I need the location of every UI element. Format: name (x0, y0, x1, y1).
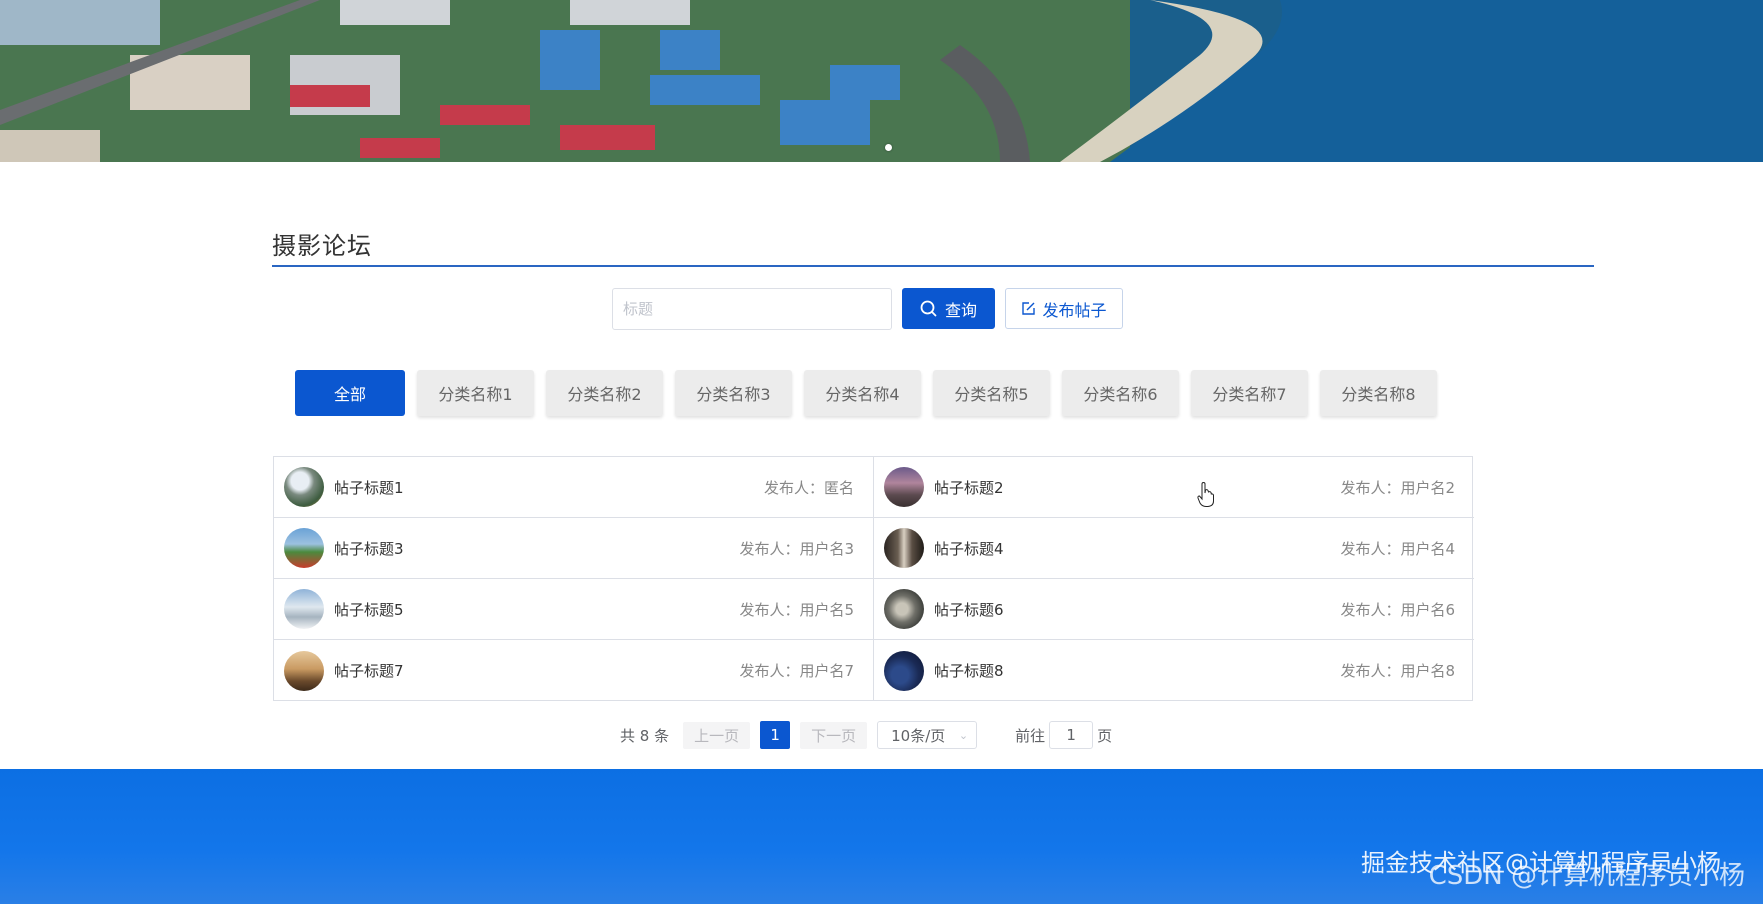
hand-cursor-icon (1197, 482, 1214, 507)
post-author: 发布人：用户名2 (1340, 478, 1455, 497)
post-item[interactable]: 帖子标题6 发布人：用户名6 (874, 579, 1474, 640)
post-title: 帖子标题5 (334, 600, 404, 619)
prev-page-button[interactable]: 上一页 (683, 721, 751, 749)
category-tab-6[interactable]: 分类名称6 (1062, 370, 1179, 416)
post-author: 发布人：匿名 (763, 478, 854, 497)
category-tab-2[interactable]: 分类名称2 (546, 370, 663, 416)
category-tab-1[interactable]: 分类名称1 (417, 370, 534, 416)
category-tab-5[interactable]: 分类名称5 (933, 370, 1050, 416)
post-thumbnail (884, 467, 924, 507)
title-underline (272, 265, 1594, 267)
post-author: 发布人：用户名6 (1340, 600, 1455, 619)
post-item[interactable]: 帖子标题2 发布人：用户名2 (874, 457, 1474, 518)
post-author: 发布人：用户名7 (739, 662, 854, 680)
total-count: 共 8 条 (620, 726, 670, 745)
goto-page-input[interactable] (1049, 721, 1094, 749)
post-thumbnail (284, 467, 324, 507)
edit-icon (1022, 302, 1036, 315)
page-title: 摄影论坛 (272, 232, 372, 260)
hero-banner (0, 0, 1763, 162)
chevron-down-icon: ⌄ (958, 728, 969, 742)
page-size-value: 10条/页 (891, 726, 946, 745)
post-author: 发布人：用户名4 (1340, 539, 1455, 558)
category-tab-7[interactable]: 分类名称7 (1191, 370, 1308, 416)
post-title: 帖子标题4 (934, 539, 1004, 558)
category-tabs: 全部 分类名称1 分类名称2 分类名称3 分类名称4 分类名称5 分类名称6 分… (295, 370, 1437, 416)
page-number-current[interactable]: 1 (760, 721, 791, 749)
next-page-button[interactable]: 下一页 (800, 721, 868, 749)
publish-button-label: 发布帖子 (1042, 300, 1107, 320)
post-title: 帖子标题2 (934, 478, 1004, 497)
post-item[interactable]: 帖子标题5 发布人：用户名5 (274, 579, 874, 640)
coastal-city-photo (0, 0, 1763, 162)
post-title: 帖子标题3 (334, 539, 404, 558)
search-icon (920, 300, 937, 317)
page-size-select[interactable]: 10条/页 ⌄ (877, 721, 978, 749)
post-title: 帖子标题7 (334, 662, 404, 680)
post-thumbnail (284, 528, 324, 568)
post-thumbnail (284, 650, 324, 691)
post-title: 帖子标题1 (334, 478, 404, 497)
carousel-indicator[interactable] (885, 144, 892, 151)
query-button[interactable]: 查询 (902, 288, 995, 329)
post-thumbnail (884, 589, 924, 629)
post-list: 帖子标题1 发布人：匿名 帖子标题2 发布人：用户名2 帖子标题3 发布人：用户… (273, 456, 1474, 701)
category-tab-all[interactable]: 全部 (295, 370, 405, 416)
post-author: 发布人：用户名5 (739, 600, 854, 619)
post-title: 帖子标题8 (934, 662, 1004, 680)
post-author: 发布人：用户名3 (739, 539, 854, 558)
post-title: 帖子标题6 (934, 600, 1004, 619)
publish-post-button[interactable]: 发布帖子 (1005, 288, 1123, 329)
post-item[interactable]: 帖子标题3 发布人：用户名3 (274, 518, 874, 579)
footer: CSDN @计算机程序员小杨 掘金技术社区@计算机程序员小杨 (0, 769, 1763, 904)
page-suffix-label: 页 (1097, 726, 1113, 745)
post-thumbnail (884, 528, 924, 568)
query-button-label: 查询 (944, 300, 977, 320)
category-tab-4[interactable]: 分类名称4 (804, 370, 921, 416)
post-thumbnail (284, 589, 324, 629)
post-item[interactable]: 帖子标题1 发布人：匿名 (274, 457, 874, 518)
post-item[interactable]: 帖子标题8 发布人：用户名8 (874, 640, 1474, 701)
post-thumbnail (884, 650, 924, 691)
title-search-input[interactable] (612, 288, 892, 330)
post-author: 发布人：用户名8 (1340, 662, 1455, 680)
watermark-juejin: 掘金技术社区@计算机程序员小杨 (1361, 849, 1721, 877)
goto-label: 前往 (1015, 726, 1046, 745)
pagination: 共 8 条 上一页 1 下一页 10条/页 ⌄ 前往 页 (620, 721, 1112, 749)
category-tab-8[interactable]: 分类名称8 (1320, 370, 1437, 416)
post-item[interactable]: 帖子标题7 发布人：用户名7 (274, 640, 874, 701)
post-item[interactable]: 帖子标题4 发布人：用户名4 (874, 518, 1474, 579)
category-tab-3[interactable]: 分类名称3 (675, 370, 792, 416)
